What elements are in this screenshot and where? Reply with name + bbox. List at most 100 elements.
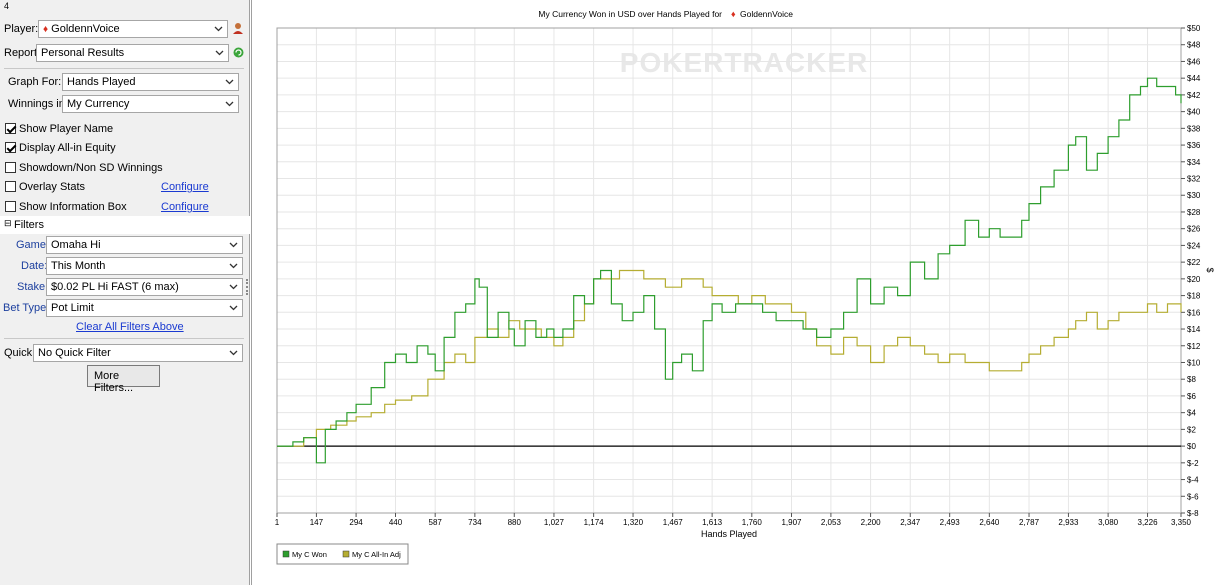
y-axis: $50 $48 $46 $44 $42 $40 $38 $36 $34 $32 $30 $28 $26 $… <box>1181 24 1201 518</box>
date-select-value: This Month <box>51 260 106 272</box>
x-tick-label: 3,226 <box>1138 518 1159 527</box>
chevron-down-icon <box>229 242 238 248</box>
winnings-select-value: My Currency <box>67 98 130 110</box>
display-allin-equity-label: Display All-in Equity <box>19 142 116 154</box>
y-tick-label: $4 <box>1187 409 1196 418</box>
winnings-select[interactable]: My Currency <box>62 95 239 113</box>
info-box-label: Show Information Box <box>19 201 127 213</box>
report-label: Report: <box>4 47 41 59</box>
x-tick-label: 147 <box>310 518 324 527</box>
y-tick-label: $-6 <box>1187 492 1199 501</box>
legend-label-won: My C Won <box>292 550 327 559</box>
legend[interactable]: My C Won My C All-In Adj <box>276 543 409 565</box>
y-tick-label: $8 <box>1187 375 1196 384</box>
y-tick-label: $42 <box>1187 91 1201 100</box>
x-tick-label: 440 <box>389 518 403 527</box>
x-tick-label: 2,200 <box>861 518 882 527</box>
y-tick-label: $48 <box>1187 41 1201 50</box>
quick-label: Quick: <box>4 347 36 359</box>
divider <box>4 68 244 69</box>
legend-label-allin: My C All-In Adj <box>352 550 401 559</box>
more-filters-button[interactable]: More Filters... <box>87 365 160 394</box>
chevron-down-icon <box>214 26 223 32</box>
y-tick-label: $14 <box>1187 325 1201 334</box>
bettype-label: Bet Type: <box>3 302 50 314</box>
legend-swatch-allin <box>342 550 350 558</box>
chevron-down-icon <box>229 350 238 356</box>
overlay-configure-link[interactable]: Configure <box>161 181 209 193</box>
x-tick-label: 2,640 <box>979 518 1000 527</box>
info-box-checkbox[interactable] <box>5 201 16 212</box>
panel-marker: 4 <box>4 1 10 11</box>
info-box-configure-link[interactable]: Configure <box>161 201 209 213</box>
stake-label: Stake: <box>17 281 49 293</box>
game-select[interactable]: Omaha Hi <box>46 236 243 254</box>
y-tick-label: $24 <box>1187 241 1201 250</box>
refresh-icon[interactable] <box>233 47 244 58</box>
player-avatar-icon[interactable] <box>232 22 244 35</box>
y-tick-label: $0 <box>1187 442 1196 451</box>
showdown-checkbox[interactable] <box>5 162 16 173</box>
showdown-label: Showdown/Non SD Winnings <box>19 162 163 174</box>
y-tick-label: $12 <box>1187 342 1201 351</box>
chevron-down-icon <box>225 79 234 85</box>
player-flag-icon: ♦ <box>43 24 49 35</box>
player-select[interactable]: ♦ GoldennVoice <box>38 20 228 38</box>
plot-frame <box>276 27 1182 514</box>
y-axis-label: $ <box>1205 267 1214 272</box>
overlay-stats-checkbox[interactable] <box>5 181 16 192</box>
bettype-select[interactable]: Pot Limit <box>46 299 243 317</box>
y-tick-label: $16 <box>1187 308 1201 317</box>
filters-header[interactable]: ⊟ Filters <box>0 216 250 234</box>
x-tick-label: 1,320 <box>623 518 644 527</box>
stake-select[interactable]: $0.02 PL Hi FAST (6 max) <box>46 278 243 296</box>
x-tick-label: 1,613 <box>702 518 723 527</box>
chevron-down-icon <box>225 101 234 107</box>
quick-filter-select[interactable]: No Quick Filter <box>33 344 243 362</box>
y-tick-label: $22 <box>1187 258 1201 267</box>
x-tick-label: 2,787 <box>1019 518 1040 527</box>
chart-series <box>277 77 1182 464</box>
game-select-value: Omaha Hi <box>51 239 101 251</box>
x-tick-label: 2,053 <box>821 518 842 527</box>
x-tick-label: 2,347 <box>900 518 921 527</box>
chevron-down-icon <box>215 50 224 56</box>
graph-for-label: Graph For: <box>8 76 62 88</box>
chevron-down-icon <box>229 305 238 311</box>
y-tick-label: $44 <box>1187 74 1201 83</box>
clear-filters-link[interactable]: Clear All Filters Above <box>76 321 184 333</box>
x-tick-label: 1,760 <box>742 518 763 527</box>
graph-for-select-value: Hands Played <box>67 76 136 88</box>
show-player-name-checkbox[interactable] <box>5 123 16 134</box>
series-line-allin <box>277 269 1182 447</box>
splitter-handle[interactable] <box>246 279 248 295</box>
winnings-label: Winnings in: <box>8 98 68 110</box>
y-tick-label: $-4 <box>1187 476 1199 485</box>
divider <box>4 338 244 339</box>
chart-grid <box>276 27 1182 514</box>
overlay-stats-label: Overlay Stats <box>19 181 86 193</box>
series-line-won <box>277 77 1182 464</box>
x-tick-label: 2,933 <box>1058 518 1079 527</box>
report-select[interactable]: Personal Results <box>36 44 229 62</box>
collapse-icon: ⊟ <box>4 218 12 228</box>
player-label: Player: <box>4 23 39 35</box>
date-select[interactable]: This Month <box>46 257 243 275</box>
show-player-name-label: Show Player Name <box>19 123 114 135</box>
y-tick-label: $-2 <box>1187 459 1199 468</box>
y-tick-label: $28 <box>1187 208 1201 217</box>
chart-title-player: GoldennVoice <box>740 9 793 19</box>
display-allin-equity-checkbox[interactable] <box>5 142 16 153</box>
y-tick-label: $38 <box>1187 124 1201 133</box>
player-select-value: GoldennVoice <box>51 23 120 35</box>
chart-svg: My Currency Won in USD over Hands Played… <box>275 9 1214 565</box>
chevron-down-icon <box>229 284 238 290</box>
graph-for-select[interactable]: Hands Played <box>62 73 239 91</box>
x-tick-label: 880 <box>508 518 522 527</box>
y-tick-label: $34 <box>1187 158 1201 167</box>
x-tick-label: 1,467 <box>663 518 684 527</box>
x-tick-label: 1 <box>275 518 280 527</box>
y-tick-label: $32 <box>1187 175 1201 184</box>
x-tick-label: 2,493 <box>940 518 961 527</box>
bettype-select-value: Pot Limit <box>51 302 94 314</box>
